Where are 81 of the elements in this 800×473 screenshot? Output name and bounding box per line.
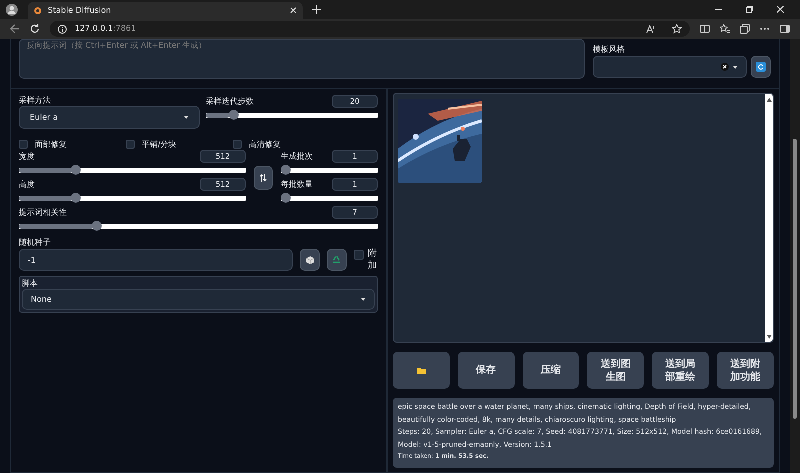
- slider-label: 提示词相关性: [19, 207, 67, 218]
- slider-label: 宽度: [19, 151, 35, 162]
- scroll-down-icon[interactable]: [766, 335, 772, 339]
- recycle-icon: [332, 256, 342, 264]
- profile-avatar-icon[interactable]: [6, 4, 18, 16]
- refresh-icon: [756, 62, 766, 72]
- tab-title: Stable Diffusion: [48, 4, 112, 16]
- slider-fill: [206, 112, 230, 118]
- caret-icon: [733, 66, 738, 68]
- slider-thumb[interactable]: [71, 193, 82, 203]
- clear-icon[interactable]: [721, 63, 729, 71]
- folder-icon: [416, 366, 426, 374]
- slider-label: 生成批次: [281, 151, 313, 162]
- action-button[interactable]: 送到图生图: [587, 352, 644, 389]
- back-icon[interactable]: [10, 24, 20, 34]
- close-icon[interactable]: [290, 7, 297, 14]
- url-text: 127.0.0.1:7861: [75, 23, 138, 35]
- close-icon[interactable]: [777, 6, 784, 13]
- collections-icon[interactable]: [740, 24, 750, 34]
- checkbox[interactable]: [126, 140, 135, 148]
- sampler-label: 采样方法: [19, 95, 52, 106]
- star-icon[interactable]: [672, 24, 682, 34]
- swap-icon: [260, 174, 267, 182]
- seed-field[interactable]: -1: [19, 249, 293, 271]
- slider-label: 采样迭代步数: [206, 96, 254, 107]
- script-label: 脚本: [22, 278, 39, 289]
- site-icon: [34, 6, 42, 14]
- script-select[interactable]: None: [22, 289, 375, 310]
- address-bar[interactable]: 127.0.0.1:7861: [50, 21, 690, 37]
- sampler-select[interactable]: Euler a: [19, 106, 200, 129]
- slider-thumb[interactable]: [281, 193, 291, 203]
- info-icon: [58, 24, 67, 34]
- checkbox[interactable]: [233, 140, 242, 148]
- scrollbar[interactable]: [765, 94, 773, 342]
- checkbox[interactable]: [354, 250, 364, 260]
- slider-thumb[interactable]: [92, 221, 102, 231]
- action-button[interactable]: 保存: [458, 352, 515, 389]
- random-seed-button[interactable]: [300, 249, 320, 271]
- slider-thumb[interactable]: [281, 165, 291, 175]
- caret-icon: [184, 116, 189, 119]
- split-screen-icon[interactable]: [700, 24, 710, 34]
- new-tab-icon[interactable]: [312, 5, 321, 14]
- swap-dimensions-button[interactable]: [254, 166, 273, 190]
- reuse-seed-button[interactable]: [327, 249, 347, 271]
- seed-label: 随机种子: [19, 237, 52, 248]
- favorites-icon[interactable]: [720, 24, 730, 34]
- slider-fill: [19, 168, 74, 172]
- caret-icon: [361, 298, 366, 301]
- scroll-up-icon[interactable]: [766, 98, 772, 102]
- checkbox-label: 高清修复: [249, 138, 281, 150]
- read-aloud-icon[interactable]: [646, 24, 656, 34]
- action-button[interactable]: 压缩: [522, 352, 580, 389]
- action-button[interactable]: 送到附加功能: [717, 352, 774, 389]
- slider[interactable]: [19, 165, 246, 175]
- refresh-button[interactable]: [751, 56, 771, 78]
- page-scrollbar[interactable]: [790, 39, 800, 473]
- minimize-icon[interactable]: [715, 6, 722, 13]
- browser-tab[interactable]: Stable Diffusion: [28, 2, 303, 19]
- scroll-thumb[interactable]: [793, 139, 797, 419]
- checkbox-label: 面部修复: [35, 138, 67, 150]
- slider[interactable]: [19, 221, 378, 231]
- slider-thumb[interactable]: [228, 110, 239, 120]
- checkbox[interactable]: [19, 140, 28, 148]
- checkbox-label: 平铺/分块: [142, 138, 177, 150]
- action-button[interactable]: 送到局部重绘: [652, 352, 710, 389]
- sidebar-icon[interactable]: [780, 24, 790, 34]
- slider-thumb[interactable]: [71, 165, 82, 175]
- folder-button[interactable]: [393, 352, 450, 389]
- extra-label: 附加: [368, 248, 377, 272]
- slider[interactable]: [19, 193, 246, 203]
- slider[interactable]: [206, 110, 378, 120]
- dice-icon: [306, 256, 314, 264]
- slider[interactable]: [281, 165, 378, 175]
- restore-icon[interactable]: [746, 6, 753, 13]
- style-label: 模板风格: [593, 44, 626, 55]
- slider-fill: [19, 196, 74, 200]
- slider[interactable]: [281, 193, 378, 203]
- negative-prompt-field[interactable]: 反向提示词（按 Ctrl+Enter 或 Alt+Enter 生成）: [19, 39, 585, 79]
- slider-label: 每批数量: [281, 179, 313, 190]
- slider-label: 高度: [19, 179, 35, 190]
- reload-icon[interactable]: [30, 24, 40, 34]
